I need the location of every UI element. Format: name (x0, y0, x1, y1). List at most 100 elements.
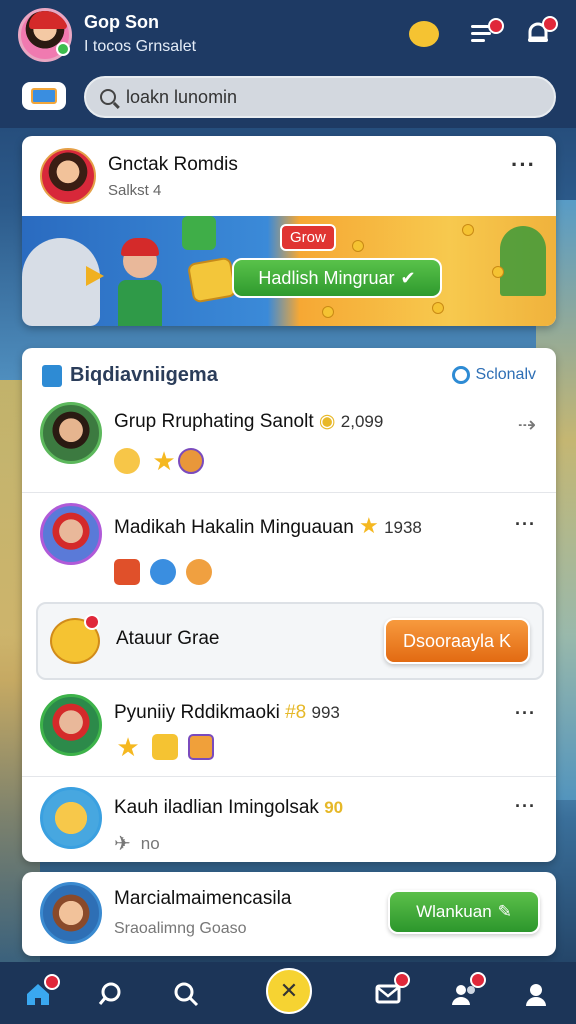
list-item-more-icon[interactable]: ··· (515, 797, 536, 815)
nav-center-action[interactable]: ✕ (266, 968, 312, 1014)
list-item[interactable]: Grup Rruphating Sanolt ◉ 2,099 ★ ⇢ (22, 396, 556, 492)
list-item-heading: Grup Rruphating Sanolt ◉ 2,099 (114, 410, 383, 433)
list-item-title: Madikah Hakalin Minguauan (114, 517, 354, 538)
suggestion-action-button[interactable]: Wlankuan ✎ (388, 890, 540, 934)
list-item-heading: Pyuniiy Rddikmaoki #8 993 (114, 702, 340, 724)
search-input[interactable] (126, 86, 506, 108)
list-item-rewards (114, 559, 222, 585)
shield-icon (150, 559, 176, 585)
suggestion-subtitle: Sraoalimng Goaso (114, 920, 247, 937)
check-icon: ✔ (400, 267, 416, 288)
notice-action-button[interactable]: Dsooraayla K (384, 618, 530, 664)
list-item-avatar (40, 503, 102, 565)
suggestion-title: Marcialmaimencasila (114, 888, 292, 909)
suggestion-avatar (40, 882, 102, 944)
post-card[interactable]: Gnctak Romdis Salkst 4 ··· Grow Hadlish … (22, 136, 556, 326)
list-item-title: Kauh iladlian Imingolsak (114, 797, 319, 818)
mail-badge (394, 972, 410, 988)
post-avatar[interactable] (40, 148, 96, 204)
user-name: Gop Son (84, 12, 159, 32)
settings-ring-icon (451, 366, 470, 384)
user-subtitle: I tocos Grnsalet (84, 38, 197, 55)
list-item-heading: Madikah Hakalin Minguauan ★ 1938 (114, 513, 422, 539)
list-item-count: 1938 (384, 518, 422, 537)
banner-tag: Grow (280, 224, 336, 251)
edit-icon: ✎ (497, 902, 512, 921)
coin-icon (492, 266, 504, 278)
notification-icon[interactable] (520, 16, 558, 52)
nav-search[interactable] (166, 974, 206, 1014)
home-badge (44, 974, 60, 990)
post-banner[interactable]: Grow Hadlish Mingruar ✔ (22, 216, 556, 326)
friends-badge (470, 972, 486, 988)
plane-icon: ✈ (114, 833, 131, 855)
list-item-count: 90 (324, 798, 344, 817)
list-item-heading: Kauh iladlian Imingolsak 90 (114, 797, 343, 819)
group-list-panel: Biqdiavniigema Sclonalv Grup Rruphating … (22, 348, 556, 862)
list-item[interactable]: Pyuniiy Rddikmaoki #8 993 ★ ··· (22, 688, 556, 776)
list-item-more-icon[interactable]: ··· (515, 704, 536, 722)
green-character-icon (182, 216, 216, 250)
post-title: Gnctak Romdis (108, 154, 238, 175)
suggestion-card[interactable]: Marcialmaimencasila Sraoalimng Goaso Wla… (22, 872, 556, 956)
panel-link[interactable]: Sclonalv (451, 366, 536, 384)
list-item-count: 2,099 (340, 412, 384, 431)
nav-mail[interactable] (368, 972, 410, 1014)
banner-button-label: Hadlish Mingruar (258, 267, 395, 288)
list-item-avatar (40, 694, 102, 756)
list-item[interactable]: Kauh iladlian Imingolsak 90 ✈ no ··· (22, 776, 556, 862)
menu-list-icon[interactable] (464, 16, 504, 52)
search-icon (174, 982, 199, 1007)
share-arrow-icon[interactable]: ⇢ (518, 412, 536, 438)
banana-icon (114, 448, 140, 474)
nav-friends[interactable] (444, 972, 486, 1014)
live-tv-button[interactable] (22, 82, 66, 110)
post-subtitle: Salkst 4 (108, 182, 162, 199)
nav-home[interactable] (18, 974, 60, 1014)
profile-icon (526, 984, 546, 1006)
coin-icon (432, 302, 444, 314)
banner-action-button[interactable]: Hadlish Mingruar ✔ (232, 258, 442, 298)
panel-title: Biqdiavniigema (70, 364, 218, 386)
notice-card[interactable]: Atauur Grae Dsooraayla K (36, 602, 544, 680)
list-item-tag: #8 (285, 702, 307, 723)
notice-badge (84, 614, 100, 630)
chat-icon[interactable] (406, 16, 442, 52)
nav-profile[interactable] (516, 974, 556, 1014)
bottom-navigation: ✕ (0, 962, 576, 1024)
list-item-title: Pyuniiy Rddikmaoki (114, 702, 280, 723)
tv-icon (188, 734, 214, 760)
panel-header: Biqdiavniigema (42, 364, 218, 387)
bird-character-icon (22, 238, 104, 326)
star-icon: ★ (116, 732, 140, 762)
list-item-title: Grup Rruphating Sanolt (114, 411, 314, 432)
palm-tree-icon (500, 226, 546, 296)
notification-badge (542, 16, 558, 32)
top-header: Gop Son I tocos Grnsalet (0, 0, 576, 128)
list-item-rewards: ★ (114, 734, 224, 760)
nav-chat[interactable] (90, 974, 130, 1014)
gift-icon (152, 734, 178, 760)
player-character-icon (118, 238, 162, 326)
coin-icon (322, 306, 334, 318)
badge-icon (178, 448, 204, 474)
coin-icon (462, 224, 474, 236)
coin-icon (352, 240, 364, 252)
suggestion-button-label: Wlankuan (416, 902, 492, 921)
close-icon: ✕ (279, 978, 299, 1003)
list-item[interactable]: Madikah Hakalin Minguauan ★ 1938 ··· (22, 492, 556, 596)
coin-icon: ◉ (318, 411, 336, 432)
tv-icon (31, 88, 57, 104)
panel-link-label: Sclonalv (475, 366, 536, 383)
list-item-more-icon[interactable]: ··· (515, 515, 536, 533)
post-more-icon[interactable]: ··· (511, 154, 536, 176)
document-icon (42, 364, 62, 387)
list-item-avatar (40, 402, 102, 464)
gift-box-icon (186, 256, 238, 304)
search-bar[interactable] (84, 76, 556, 118)
list-item-rewards: ★ (114, 448, 214, 474)
notice-text: Atauur Grae (116, 628, 220, 649)
box-icon (114, 559, 140, 585)
search-icon (100, 89, 116, 105)
star-icon: ★ (359, 513, 379, 538)
